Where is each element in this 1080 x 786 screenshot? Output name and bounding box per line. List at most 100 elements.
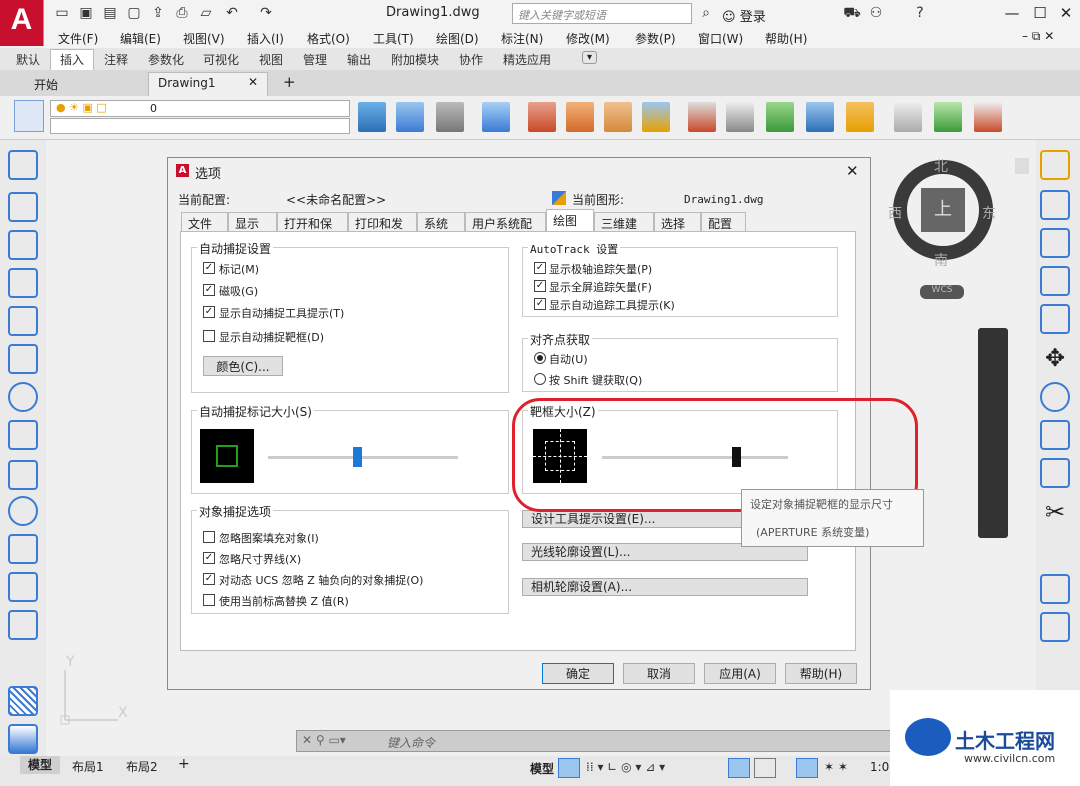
viewcube-south[interactable]: 南 bbox=[934, 250, 948, 270]
polar-vector-checkbox[interactable]: ✓ bbox=[534, 262, 546, 274]
cart-icon[interactable]: ⛟ bbox=[842, 4, 862, 22]
tab-user-preferences[interactable]: 用户系统配置 bbox=[465, 212, 546, 248]
refresh-icon[interactable] bbox=[766, 102, 794, 132]
print-icon[interactable]: ⎙ bbox=[172, 4, 192, 22]
tab-3d-modeling[interactable]: 三维建模 bbox=[594, 212, 654, 248]
tab-display[interactable]: 显示 bbox=[228, 212, 277, 232]
magnet-checkbox[interactable]: ✓ bbox=[203, 284, 215, 296]
insert-block-icon[interactable] bbox=[8, 572, 38, 602]
revcloud-tool-icon[interactable] bbox=[8, 420, 38, 450]
ignore-hatch-checkbox[interactable] bbox=[203, 531, 215, 543]
search-input[interactable]: 键入关键字或短语 bbox=[512, 3, 692, 24]
layout-tab-model[interactable]: 模型 bbox=[20, 756, 60, 774]
erase-tool-icon[interactable] bbox=[1040, 150, 1070, 180]
menu-window[interactable]: 窗口(W) bbox=[698, 30, 743, 47]
layer-dropdown-2[interactable] bbox=[50, 118, 350, 134]
ignore-extension-checkbox[interactable]: ✓ bbox=[203, 552, 215, 564]
help-button[interactable]: 帮助(H) bbox=[785, 663, 857, 684]
marker-size-slider-thumb[interactable] bbox=[353, 447, 363, 467]
block-editor-icon[interactable] bbox=[726, 102, 754, 132]
camera-glyph-settings-button[interactable]: 相机轮廓设置(A)... bbox=[522, 578, 808, 596]
canvas-scrollbar[interactable] bbox=[1015, 158, 1029, 174]
chamfer-tool-icon[interactable] bbox=[1040, 650, 1070, 680]
xline-tool-icon[interactable] bbox=[8, 192, 38, 222]
ellipse-arc-tool-icon[interactable] bbox=[8, 534, 38, 564]
redo-icon[interactable]: ↷ bbox=[256, 4, 276, 22]
ribbon-tab-visualize[interactable]: 可视化 bbox=[203, 51, 239, 68]
polyline-tool-icon[interactable] bbox=[8, 230, 38, 260]
gradient-tool-icon[interactable] bbox=[8, 724, 38, 754]
login-link[interactable]: ☺ 登录 bbox=[722, 6, 766, 25]
cancel-button[interactable]: 取消 bbox=[623, 663, 695, 684]
array-tool-icon[interactable] bbox=[1040, 304, 1070, 334]
layout-tab-1[interactable]: 布局1 bbox=[66, 758, 110, 775]
join-tool-icon[interactable] bbox=[1040, 612, 1070, 642]
connect-icon[interactable]: ⚇ bbox=[866, 4, 886, 22]
menu-parametric[interactable]: 参数(P) bbox=[635, 30, 676, 47]
ribbon-tab-collaborate[interactable]: 协作 bbox=[459, 51, 483, 68]
menu-tools[interactable]: 工具(T) bbox=[373, 30, 414, 47]
share-icon[interactable]: ⇪ bbox=[148, 4, 168, 22]
tab-files[interactable]: 文件 bbox=[181, 212, 228, 232]
color-button[interactable]: 颜色(C)... bbox=[203, 356, 283, 376]
layer-match-icon[interactable] bbox=[358, 102, 386, 132]
auto-radio[interactable] bbox=[534, 352, 546, 364]
layer-properties-icon[interactable] bbox=[14, 100, 44, 132]
save-as-icon[interactable]: ▤ bbox=[100, 4, 120, 22]
save-icon[interactable]: ▣ bbox=[76, 4, 96, 22]
file-tab-start[interactable]: 开始 bbox=[24, 72, 68, 96]
ribbon-tab-output[interactable]: 输出 bbox=[347, 51, 371, 68]
viewcube-east[interactable]: 东 bbox=[982, 203, 996, 223]
properties-icon[interactable] bbox=[894, 102, 922, 132]
purge-broom-icon[interactable] bbox=[846, 102, 874, 132]
apply-button[interactable]: 应用(A) bbox=[704, 663, 776, 684]
trim-tool-icon[interactable]: ✂ bbox=[1040, 498, 1070, 528]
layer-states-icon[interactable] bbox=[436, 102, 464, 132]
spline-tool-icon[interactable] bbox=[8, 460, 38, 490]
menu-modify[interactable]: 修改(M) bbox=[566, 30, 610, 47]
annotation-toggle-icon[interactable] bbox=[796, 758, 818, 778]
fullscreen-vector-checkbox[interactable]: ✓ bbox=[534, 280, 546, 292]
open-folder-icon[interactable]: ▭ bbox=[52, 4, 72, 22]
ribbon-tab-parametric[interactable]: 参数化 bbox=[148, 51, 184, 68]
command-line-input[interactable]: 键入命令 bbox=[296, 730, 896, 752]
ellipse-tool-icon[interactable] bbox=[8, 496, 38, 526]
status-model-button[interactable]: 模型 bbox=[530, 760, 554, 777]
undo-icon[interactable]: ↶ bbox=[222, 4, 242, 22]
menu-help[interactable]: 帮助(H) bbox=[765, 30, 807, 47]
help-icon[interactable]: ? bbox=[910, 4, 930, 22]
navigation-bar[interactable] bbox=[978, 328, 1008, 538]
data-extract-icon[interactable] bbox=[806, 102, 834, 132]
move-tool-icon[interactable]: ✥ bbox=[1040, 344, 1070, 374]
close-button[interactable]: ✕ bbox=[1054, 3, 1078, 23]
dynamic-ucs-checkbox[interactable]: ✓ bbox=[203, 573, 215, 585]
point-tool-icon[interactable] bbox=[8, 648, 38, 678]
command-line-tools-icon[interactable]: ✕ ⚲ ▭▾ bbox=[302, 733, 346, 747]
menu-file[interactable]: 文件(F) bbox=[58, 30, 98, 47]
pencil-icon[interactable] bbox=[604, 102, 632, 132]
shift-radio[interactable] bbox=[534, 373, 546, 385]
autotrack-tooltip-checkbox[interactable]: ✓ bbox=[534, 298, 546, 310]
viewcube-west[interactable]: 西 bbox=[888, 203, 902, 223]
polygon-tool-icon[interactable] bbox=[8, 268, 38, 298]
add-layout-icon[interactable]: + bbox=[178, 756, 190, 772]
offset-tool-icon[interactable] bbox=[1040, 266, 1070, 296]
ribbon-tab-view[interactable]: 视图 bbox=[259, 51, 283, 68]
line-tool-icon[interactable] bbox=[8, 150, 38, 180]
ribbon-tab-addins[interactable]: 附加模块 bbox=[391, 51, 439, 68]
otrack-toggle-icon[interactable] bbox=[754, 758, 776, 778]
menu-view[interactable]: 视图(V) bbox=[183, 30, 225, 47]
hatch-icon[interactable] bbox=[528, 102, 556, 132]
tab-open-save[interactable]: 打开和保存 bbox=[277, 212, 348, 248]
extend-tool-icon[interactable] bbox=[1040, 534, 1070, 564]
ribbon-tab-default[interactable]: 默认 bbox=[16, 51, 40, 68]
aperture-box-checkbox[interactable] bbox=[203, 330, 215, 342]
app-menu-logo[interactable]: A bbox=[0, 0, 44, 46]
make-block-icon[interactable] bbox=[8, 610, 38, 640]
dialog-close-button[interactable]: ✕ bbox=[846, 162, 859, 180]
tab-drafting[interactable]: 绘图 bbox=[546, 209, 594, 232]
tab-plot-publish[interactable]: 打印和发布 bbox=[348, 212, 417, 248]
maximize-button[interactable]: ☐ bbox=[1028, 3, 1052, 23]
ribbon-tab-annotate[interactable]: 注释 bbox=[104, 51, 128, 68]
menu-format[interactable]: 格式(O) bbox=[307, 30, 350, 47]
